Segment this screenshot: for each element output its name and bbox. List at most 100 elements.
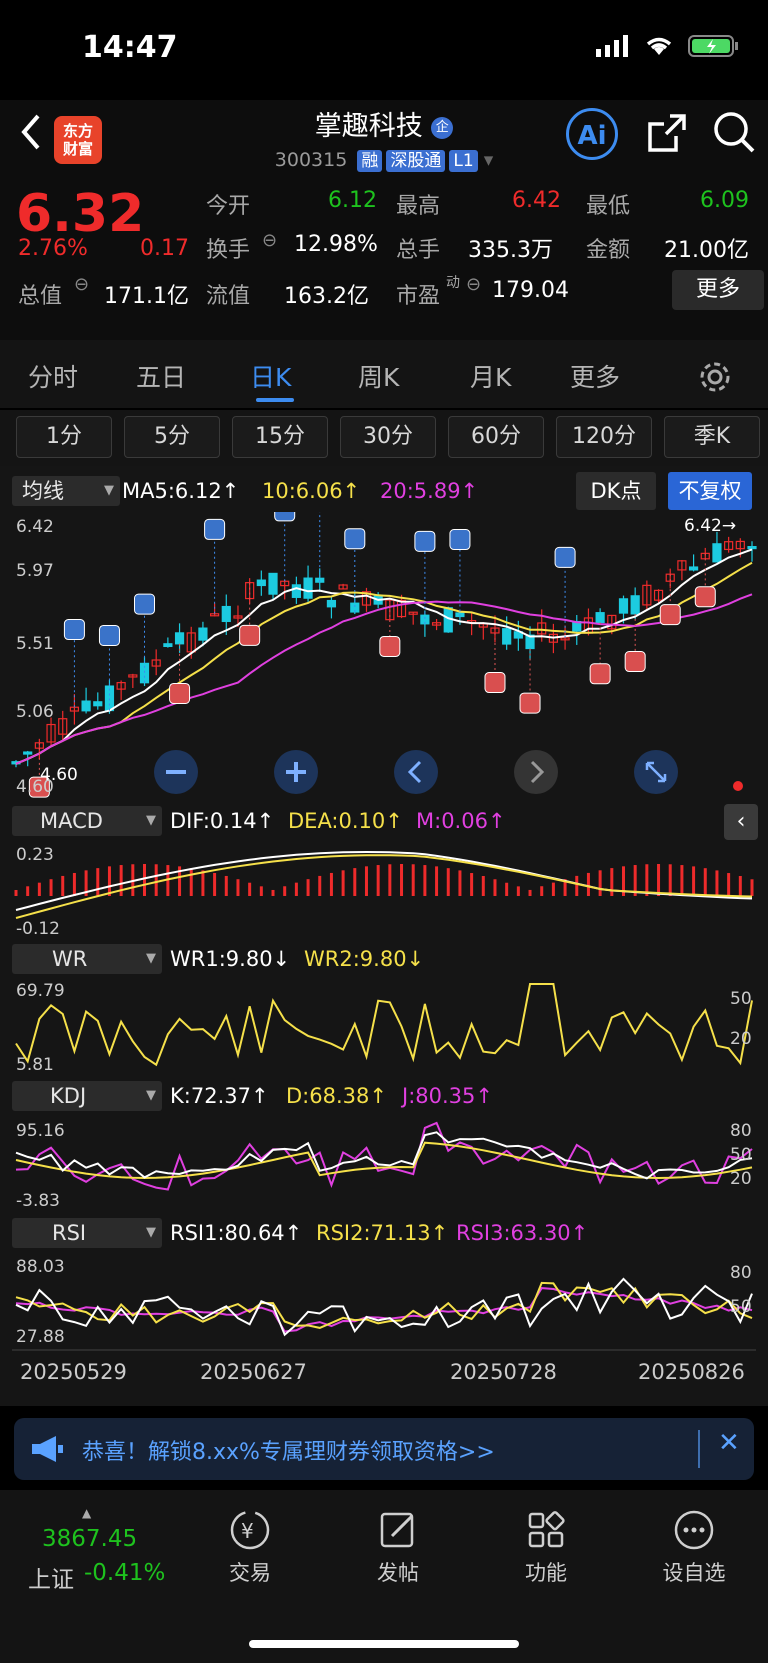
index-pct[interactable]: -0.41% (84, 1560, 165, 1586)
sell-marker (414, 530, 436, 552)
candle-body (81, 700, 91, 712)
period-30min[interactable]: 30分 (340, 416, 436, 458)
collapse-panel-icon[interactable]: ‹ (724, 804, 758, 840)
stock-code: 300315 (274, 149, 348, 171)
tab-post[interactable]: 发帖 (348, 1508, 448, 1587)
scroll-left-button[interactable] (394, 750, 438, 794)
up-arrow-icon: ▲ (82, 1506, 92, 1520)
tab-weekly-k[interactable]: 周K (358, 358, 399, 394)
candle-body (93, 701, 103, 707)
macd-dea: DEA:0.10↑ (288, 809, 403, 833)
promo-banner[interactable]: 恭喜！解锁8.xx%专属理财券领取资格>> ✕ (14, 1418, 754, 1480)
candle-body (712, 543, 722, 563)
rsi-y-bot: 27.88 (16, 1327, 65, 1347)
fullscreen-icon[interactable] (634, 750, 678, 794)
kdj-ref-20: 20 (730, 1169, 752, 1189)
kdj-j: J:80.35↑ (402, 1084, 493, 1108)
tab-intraday[interactable]: 分时 (28, 358, 78, 394)
scroll-right-button[interactable] (514, 750, 558, 794)
dropdown-icon: ▼ (104, 483, 114, 498)
tab-trade[interactable]: ¥ 交易 (200, 1508, 300, 1587)
period-5min[interactable]: 5分 (124, 416, 220, 458)
candle-body (688, 566, 699, 571)
zoom-in-button[interactable] (274, 750, 318, 794)
d-line (15, 1141, 753, 1180)
tab-monthly-k[interactable]: 月K (470, 358, 511, 394)
index-value[interactable]: 3867.45 (42, 1526, 137, 1552)
rsi-2: RSI2:71.13↑ (316, 1221, 449, 1245)
tab-five-day[interactable]: 五日 (136, 358, 186, 394)
period-120min[interactable]: 120分 (556, 416, 652, 458)
candle-body (268, 572, 278, 595)
period-row: 1分 5分 15分 30分 60分 120分 季K (0, 410, 768, 466)
kdj-d: D:68.38↑ (286, 1084, 387, 1108)
sell-marker (98, 624, 120, 646)
change-amount: 0.17 (140, 236, 189, 261)
grid-icon (528, 1511, 565, 1548)
wr-wr1: WR1:9.80↓ (170, 947, 291, 971)
y-label-1: 6.42 (16, 517, 54, 537)
open-value: 6.12 (328, 188, 377, 213)
close-icon[interactable]: ✕ (718, 1428, 740, 1458)
edit-icon (380, 1512, 414, 1548)
trade-icon: ¥ (230, 1510, 270, 1550)
kline-bs-markers (28, 512, 716, 798)
rsi2-line (15, 1281, 753, 1329)
ai-label: Ai (577, 121, 607, 151)
search-icon[interactable] (712, 110, 756, 154)
share-icon[interactable] (646, 112, 688, 154)
rsi1-line (15, 1277, 753, 1337)
sell-marker (554, 546, 576, 568)
dk-point-button[interactable]: DK点 (576, 472, 656, 510)
period-1min[interactable]: 1分 (16, 416, 112, 458)
tab-functions[interactable]: 功能 (496, 1508, 596, 1587)
volume-label: 总手 (396, 238, 441, 263)
period-15min[interactable]: 15分 (232, 416, 328, 458)
turnover-label: 换手 (206, 238, 251, 263)
signal-icon (596, 35, 628, 57)
home-indicator (249, 1640, 519, 1648)
battery-icon (688, 35, 738, 57)
ma-indicator-select[interactable]: 均线 ▼ (12, 476, 120, 506)
pe-value: 179.04 (492, 278, 569, 303)
more-button[interactable]: 更多 (672, 270, 764, 310)
macd-select[interactable]: MACD ▼ (12, 806, 162, 836)
candle-body (291, 584, 301, 598)
tab-more[interactable]: 更多 (570, 358, 620, 394)
total-value: 171.1亿 (104, 284, 189, 309)
period-quarter-k[interactable]: 季K (664, 416, 760, 458)
kline-chart[interactable]: 6.42 5.97 5.51 5.06 4.60 6.42→ 4.60 (0, 512, 768, 802)
current-price: 6.32 (16, 184, 145, 244)
info-dots-icon[interactable]: ⊖ (74, 274, 89, 295)
settings-gear-icon[interactable] (698, 360, 732, 394)
wr-select[interactable]: WR ▼ (12, 944, 162, 974)
amount-value: 21.00亿 (664, 238, 749, 263)
rsi-3: RSI3:63.30↑ (456, 1221, 589, 1245)
tab-daily-k[interactable]: 日K (250, 358, 291, 394)
zoom-out-button[interactable] (154, 750, 198, 794)
dif-line (15, 850, 753, 911)
volume-value: 335.3万 (468, 238, 553, 263)
no-adjust-button[interactable]: 不复权 (668, 472, 752, 510)
candle-body (256, 579, 266, 587)
kdj-select[interactable]: KDJ ▼ (12, 1081, 162, 1111)
candle-body (502, 628, 512, 645)
caret-down-icon[interactable]: ▾ (484, 149, 494, 171)
status-icons (596, 34, 740, 58)
svg-text:¥: ¥ (241, 1519, 254, 1543)
ai-button[interactable]: Ai (566, 108, 618, 160)
buy-marker (694, 586, 716, 608)
dropdown-icon: ▼ (146, 1088, 156, 1103)
info-dots-icon[interactable]: ⊖ (262, 230, 277, 251)
wr-y-bot: 5.81 (16, 1055, 54, 1075)
tab-watchlist[interactable]: 设自选 (644, 1508, 744, 1587)
wr-ref-50: 50 (730, 989, 752, 1009)
info-dots-icon[interactable]: ⊖ (466, 274, 481, 295)
rsi-select[interactable]: RSI ▼ (12, 1218, 162, 1248)
kdj-y-bot: -3.83 (16, 1191, 60, 1211)
index-name[interactable]: 上证 (28, 1560, 74, 1594)
low-marker: 4.60 (40, 765, 78, 785)
promo-text: 恭喜！解锁8.xx%专属理财券领取资格>> (82, 1440, 495, 1465)
period-60min[interactable]: 60分 (448, 416, 544, 458)
buy-marker (624, 651, 646, 673)
